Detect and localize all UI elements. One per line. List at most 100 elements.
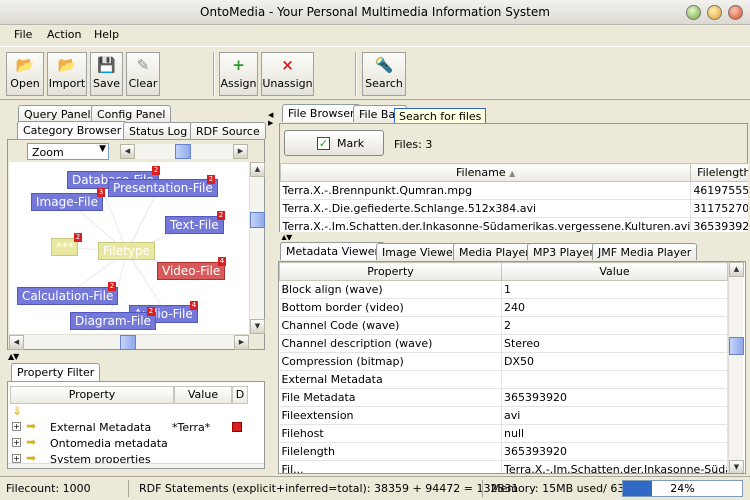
file-length-cell[interactable]: 461975556	[690, 181, 748, 200]
splitter-arrows-icon[interactable]: ▲▼	[8, 352, 19, 361]
scroll-left-icon[interactable]: ◀	[120, 144, 135, 159]
expand-icon[interactable]: +	[12, 438, 21, 447]
meta-value-cell[interactable]: 240	[501, 298, 728, 317]
scroll-down-icon[interactable]: ▼	[729, 460, 744, 473]
table-row[interactable]: External Metadata	[279, 370, 728, 389]
col-filename[interactable]: Filename ▲	[280, 163, 692, 182]
file-name-cell[interactable]: Terra.X.-.Im.Schatten.der.Inkasonne-Süda…	[280, 217, 692, 232]
metadata-scroll-thumb[interactable]	[729, 337, 744, 355]
meta-property-cell[interactable]: Fil...	[279, 460, 502, 473]
menu-action[interactable]: Action	[47, 28, 81, 41]
search-button[interactable]: 🔦 Search	[362, 52, 406, 96]
open-button[interactable]: 📂 Open	[6, 52, 44, 96]
table-row[interactable]: Compression (bitmap) DX50	[279, 352, 728, 371]
menu-file[interactable]: File	[14, 28, 32, 41]
table-row[interactable]: Terra.X.-.Im.Schatten.der.Inkasonne-Süda…	[280, 217, 748, 232]
meta-property-cell[interactable]: Fileextension	[279, 406, 502, 425]
scroll-down-icon[interactable]: ▼	[250, 319, 265, 334]
table-row[interactable]: Terra.X.-.Die.gefiederte.Schlange.512x38…	[280, 199, 748, 218]
graph-node-filetype[interactable]: Filetype	[98, 242, 155, 260]
meta-value-cell[interactable]: 365393920	[501, 442, 728, 461]
zoom-scrollbar[interactable]: ◀ ▶	[120, 144, 248, 159]
meta-value-cell[interactable]: avi	[501, 406, 728, 425]
scroll-left-icon[interactable]: ◀	[9, 335, 24, 350]
category-graph[interactable]: Database-File Presentation-File Image-Fi…	[9, 162, 249, 334]
pf-col-d[interactable]: D	[232, 386, 248, 404]
table-row[interactable]: Block align (wave) 1	[279, 280, 728, 299]
meta-property-cell[interactable]: Filelength	[279, 442, 502, 461]
tab-rdf-source[interactable]: RDF Source	[190, 122, 266, 139]
file-name-cell[interactable]: Terra.X.-.Die.gefiederte.Schlange.512x38…	[280, 199, 692, 218]
pf-value-external-metadata[interactable]: *Terra*	[172, 421, 210, 434]
scroll-right-icon[interactable]: ▶	[234, 335, 249, 350]
pf-col-property[interactable]: Property	[10, 386, 174, 404]
graph-node-video-file[interactable]: Video-File	[157, 262, 226, 280]
tab-mp3-player[interactable]: MP3 Player	[527, 243, 600, 260]
clear-button[interactable]: ✎ Clear	[126, 52, 160, 96]
scroll-up-icon[interactable]: ▲	[729, 262, 744, 277]
meta-value-cell[interactable]: 365393920	[501, 388, 728, 407]
tab-image-viewer[interactable]: Image Viewer	[376, 243, 464, 260]
expand-icon[interactable]: +	[12, 454, 21, 463]
tab-status-log[interactable]: Status Log	[123, 122, 194, 139]
meta-property-cell[interactable]: Channel description (wave)	[279, 334, 502, 353]
table-row[interactable]: Fileextension avi	[279, 406, 728, 425]
meta-property-cell[interactable]: Channel Code (wave)	[279, 316, 502, 335]
graph-node-text-file[interactable]: Text-File	[165, 216, 224, 234]
tab-category-browser[interactable]: Category Browser	[17, 121, 128, 139]
tab-query-panel[interactable]: Query Panel	[18, 105, 97, 122]
pf-horizontal-scrollbar[interactable]	[8, 463, 264, 468]
delete-filter-icon[interactable]	[232, 422, 242, 432]
col-property[interactable]: Property	[279, 262, 502, 281]
meta-property-cell[interactable]: Bottom border (video)	[279, 298, 502, 317]
menu-help[interactable]: Help	[94, 28, 119, 41]
scroll-up-icon[interactable]: ▲	[250, 162, 265, 177]
meta-value-cell[interactable]: Stereo	[501, 334, 728, 353]
graph-hscroll-thumb[interactable]	[120, 335, 136, 350]
tab-file-browser[interactable]: File Browser	[282, 104, 361, 122]
meta-value-cell[interactable]: Terra.X.-.Im.Schatten.der.Inkasonne-Süda…	[501, 460, 728, 473]
tab-jmf-media-player[interactable]: JMF Media Player	[592, 243, 698, 260]
file-name-cell[interactable]: Terra.X.-.Brennpunkt.Qumran.mpg	[280, 181, 692, 200]
table-row[interactable]: Filelength 365393920	[279, 442, 728, 461]
tab-media-player[interactable]: Media Player	[453, 243, 536, 260]
mark-button[interactable]: ✓ Mark	[284, 130, 384, 156]
metadata-vertical-scrollbar[interactable]: ▲ ▼	[728, 262, 744, 473]
expand-icon[interactable]: +	[12, 422, 21, 431]
meta-value-cell[interactable]: 2	[501, 316, 728, 335]
minimize-button[interactable]	[686, 5, 701, 20]
graph-node-diagram-file[interactable]: Diagram-File	[70, 312, 156, 330]
graph-vertical-scrollbar[interactable]: ▲ ▼	[249, 162, 265, 334]
graph-node-presentation-file[interactable]: Presentation-File	[108, 179, 218, 197]
splitter-arrows-icon[interactable]: ◀ ▶	[268, 111, 273, 127]
close-button[interactable]	[728, 5, 743, 20]
scroll-right-icon[interactable]: ▶	[233, 144, 248, 159]
table-row[interactable]: Fil... Terra.X.-.Im.Schatten.der.Inkasonn…	[279, 460, 728, 473]
pf-row-external-metadata[interactable]: External Metadata	[50, 421, 151, 434]
meta-value-cell[interactable]: null	[501, 424, 728, 443]
meta-property-cell[interactable]: File Metadata	[279, 388, 502, 407]
meta-value-cell[interactable]: DX50	[501, 352, 728, 371]
mark-checkbox[interactable]: ✓	[317, 137, 330, 150]
meta-property-cell[interactable]: External Metadata	[279, 370, 502, 389]
zoom-select[interactable]: Zoom ▼	[27, 143, 109, 160]
table-row[interactable]: Channel Code (wave) 2	[279, 316, 728, 335]
meta-property-cell[interactable]: Filehost	[279, 424, 502, 443]
meta-property-cell[interactable]: Compression (bitmap)	[279, 352, 502, 371]
meta-value-cell[interactable]	[501, 370, 728, 389]
zoom-scroll-thumb[interactable]	[175, 144, 191, 159]
vertical-splitter[interactable]: ◀ ▶	[267, 101, 275, 475]
pf-row-ontomedia-metadata[interactable]: Ontomedia metadata	[50, 437, 168, 450]
graph-vscroll-thumb[interactable]	[250, 212, 265, 228]
meta-property-cell[interactable]: Block align (wave)	[279, 280, 502, 299]
file-length-cell[interactable]: 311752704	[690, 199, 748, 218]
assign-button[interactable]: + Assign	[219, 52, 258, 96]
table-row[interactable]: Channel description (wave) Stereo	[279, 334, 728, 353]
col-value[interactable]: Value	[501, 262, 728, 281]
file-length-cell[interactable]: 365393920	[690, 217, 748, 232]
table-row[interactable]: Filehost null	[279, 424, 728, 443]
tab-config-panel[interactable]: Config Panel	[91, 105, 172, 122]
col-filelength[interactable]: Filelength	[690, 163, 748, 182]
pf-col-value[interactable]: Value	[174, 386, 232, 404]
maximize-button[interactable]	[707, 5, 722, 20]
